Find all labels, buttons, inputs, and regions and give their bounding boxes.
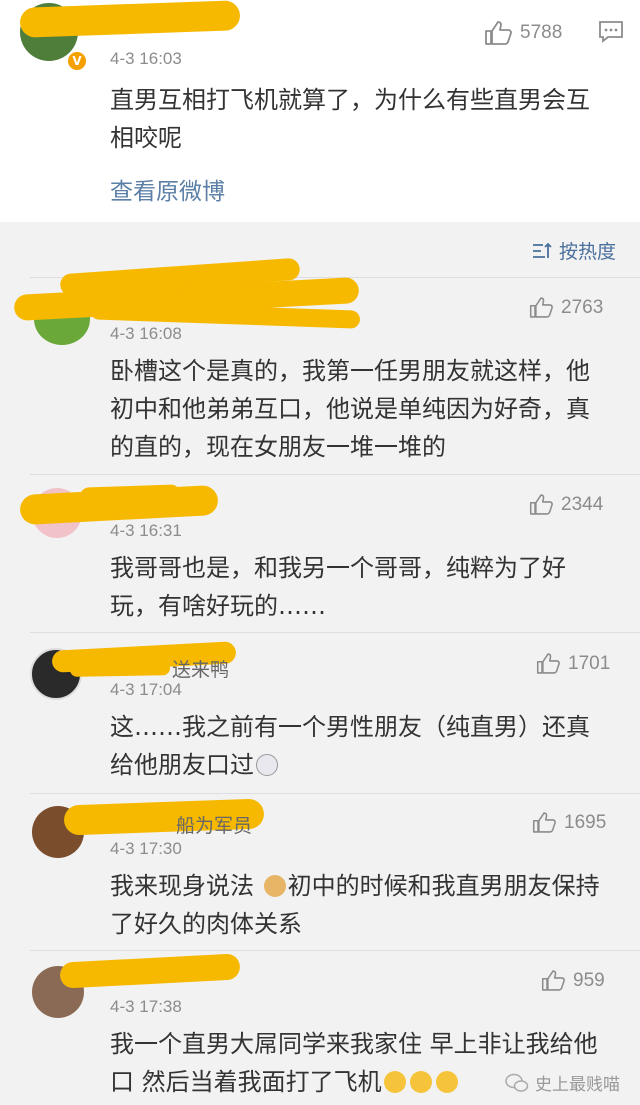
watermark-text: 史上最贱喵 [535,1075,620,1095]
redacted-username [19,0,241,38]
thumbs-up-icon [532,812,556,833]
divider [30,793,640,794]
comment-like-button[interactable]: 1701 [536,652,610,675]
comment-like-count: 2344 [561,493,604,515]
post-time: 4-3 16:03 [110,49,182,68]
comment-text: 我哥哥也是，和我另一个哥哥，纯粹为了好玩，有啥好玩的…… [110,554,566,620]
wechat-icon [505,1073,529,1092]
comment-text: 卧槽这个是真的，我第一任男朋友就这样，他初中和他弟弟互口，他说是单纯因为好奇，真… [110,357,590,461]
comment-like-button[interactable]: 2763 [529,296,603,319]
comment-text-part-1: 我来现身说法 [110,872,254,900]
comment-time: 4-3 16:31 [110,521,182,540]
comment-text-content: 这……我之前有一个男性朋友（纯直男）还真给他朋友口过 [110,713,590,779]
comment-time: 4-3 17:38 [110,997,182,1016]
sort-label: 按热度 [558,241,616,263]
redacted-username [79,484,181,506]
smirk-emoji-icon [383,1071,406,1093]
comment-like-count: 1695 [564,811,607,833]
verified-badge-icon: V [66,50,88,72]
thumbs-up-icon [529,494,553,515]
post-like-count: 5788 [520,22,563,43]
comment-like-button[interactable]: 1695 [532,811,606,834]
post-card: V 4-3 16:03 5788 直男互相打飞机就算了，为什么有些直男会互相咬呢… [0,0,640,222]
sort-by-popularity-button[interactable]: 按热度 [531,237,616,264]
smirk-emoji-icon [409,1071,432,1093]
comment-text: 这……我之前有一个男性朋友（纯直男）还真给他朋友口过 [110,708,610,784]
comment-like-button[interactable]: 959 [541,969,605,992]
smirk-emoji-icon [435,1071,458,1093]
commenter-name-partial: 送来鸭 [172,660,230,681]
comment-time: 4-3 16:08 [110,324,182,343]
comment-like-button[interactable]: 2344 [529,493,603,516]
post-text: 直男互相打飞机就算了，为什么有些直男会互相咬呢 [110,86,590,152]
scared-emoji-icon [256,754,278,776]
thumbs-up-icon [536,653,560,674]
comment-like-count: 1701 [568,652,611,674]
sort-icon [532,242,552,258]
thumbs-up-icon [529,297,553,318]
divider [30,950,640,951]
comment-time: 4-3 17:04 [110,680,182,699]
doge-emoji-icon [263,875,286,897]
comment-like-count: 2763 [561,296,604,318]
watermark: 史上最贱喵 [505,1070,620,1095]
comment-like-count: 959 [573,969,605,991]
thumbs-up-icon [541,970,565,991]
redacted-username [59,953,241,989]
commenter-name-partial: 船为军员 [176,816,253,837]
post-like-button[interactable]: 5788 [484,20,562,46]
divider [30,474,640,475]
view-original-link[interactable]: 查看原微博 [110,172,225,206]
comment-text: 我来现身说法 初中的时候和我直男朋友保持了好久的肉体关系 [110,867,610,943]
comment-time: 4-3 17:30 [110,839,182,858]
redacted-username [69,661,171,677]
thumbs-up-icon [485,21,512,45]
divider [30,632,640,633]
comment-icon[interactable] [598,20,624,44]
